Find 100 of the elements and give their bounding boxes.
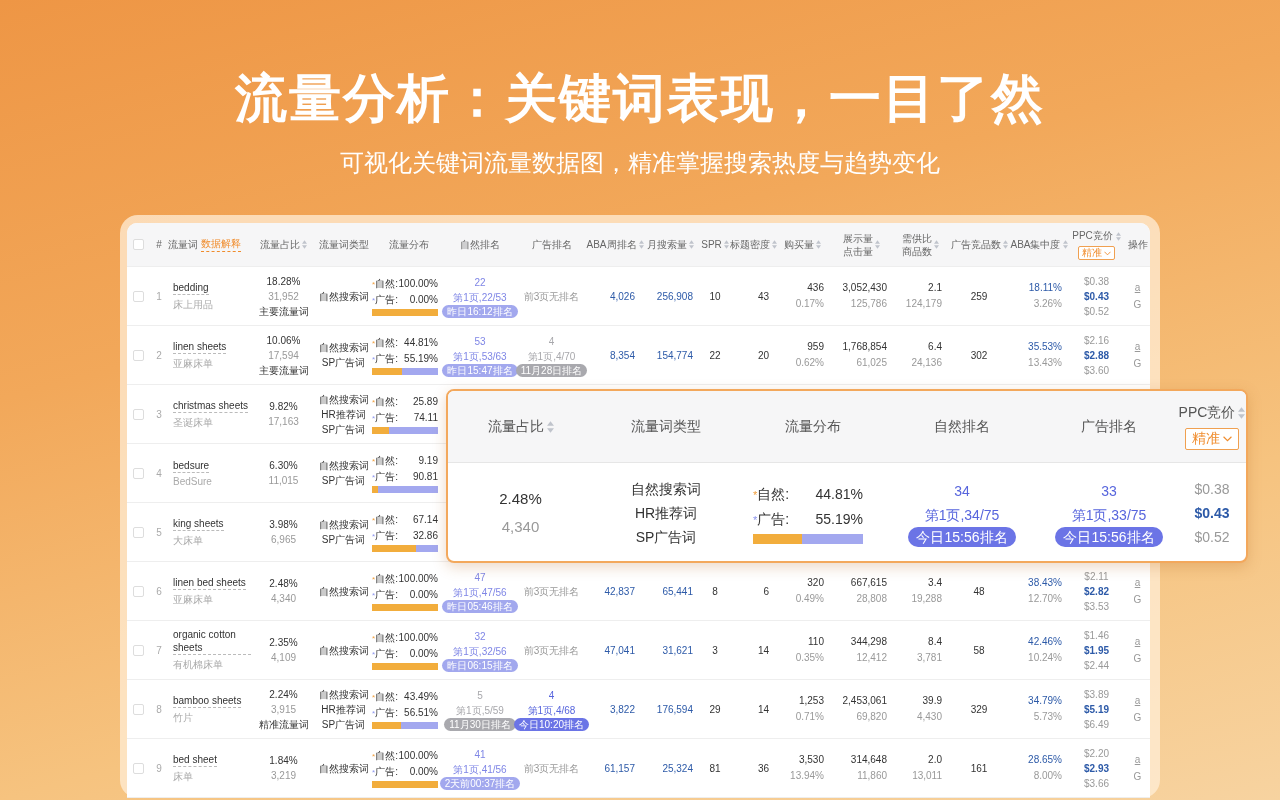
action-link[interactable]: a	[1134, 752, 1141, 767]
purchase-rate: 0.17%	[795, 297, 824, 311]
traffic-tag: 精准流量词	[258, 716, 309, 732]
ppc-bid: $0.52	[1194, 527, 1230, 547]
action-link[interactable]: a	[1134, 575, 1141, 590]
rank-number: 32	[474, 629, 486, 644]
match-type-dropdown[interactable]: 精准	[1185, 427, 1239, 450]
checkbox[interactable]	[133, 585, 144, 597]
keyword-link[interactable]: christmas sheets	[173, 398, 249, 413]
action-link[interactable]: G	[1133, 356, 1142, 371]
checkbox[interactable]	[133, 644, 144, 656]
purchases: 436	[807, 281, 824, 295]
keyword-link[interactable]: king sheets	[173, 516, 224, 531]
traffic-count: 31,952	[268, 289, 299, 304]
traffic-share: 6.30%	[269, 459, 298, 473]
sort-icon[interactable]	[723, 240, 729, 249]
sort-icon[interactable]	[638, 240, 644, 249]
ad-competitors: 48	[973, 585, 985, 597]
traffic-count: 6,965	[271, 533, 296, 547]
action-link[interactable]: G	[1133, 710, 1142, 725]
ppc-bid: $0.43	[1194, 503, 1230, 523]
title-density: 43	[757, 290, 769, 302]
sort-icon[interactable]	[546, 420, 554, 433]
column-header: PPC竞价	[1178, 403, 1236, 422]
keyword-link[interactable]: bedding	[173, 280, 209, 295]
action-link[interactable]: G	[1133, 651, 1142, 666]
distribution-bar	[372, 427, 438, 434]
checkbox[interactable]	[133, 408, 144, 420]
traffic-count: 3,915	[271, 702, 296, 717]
column-header: 需供比 商品数	[902, 231, 932, 258]
distribution-label: *广告:	[372, 706, 398, 720]
purchases: 1,253	[798, 694, 824, 708]
keyword-link[interactable]: bedsure	[173, 459, 210, 473]
aba-share: 5.73%	[1033, 710, 1062, 724]
data-explain-link[interactable]: 数据解释	[201, 237, 241, 252]
checkbox[interactable]	[133, 526, 144, 538]
rank-page: 第1页,5/59	[456, 703, 504, 718]
ad-competitors: 302	[970, 349, 988, 361]
action-link[interactable]: G	[1133, 592, 1142, 607]
distribution-bar	[372, 368, 438, 375]
sort-icon[interactable]	[771, 240, 777, 249]
sort-icon[interactable]	[875, 240, 880, 249]
rank-time-badge: 昨日15:47排名	[442, 363, 518, 377]
action-link[interactable]: a	[1134, 339, 1141, 354]
distribution-value: 32.86	[412, 529, 438, 543]
column-header: 流量占比	[487, 417, 544, 436]
rank-note: 前3页无排名	[523, 289, 580, 304]
keyword-type: SP广告词	[321, 474, 366, 488]
spr-value: 3	[712, 644, 718, 656]
ppc-bid: $3.60	[1084, 363, 1109, 378]
rank-note: 前3页无排名	[523, 643, 580, 658]
checkbox[interactable]	[133, 290, 144, 302]
keyword-translation: 有机棉床单	[173, 658, 223, 672]
action-link[interactable]: a	[1134, 634, 1141, 649]
checkbox[interactable]	[133, 762, 144, 774]
aba-concentration: 35.53%	[1028, 340, 1062, 354]
column-header: SPR	[701, 239, 722, 250]
sort-icon[interactable]	[302, 240, 307, 249]
traffic-count: 11,015	[268, 474, 299, 488]
supply-demand-ratio: 2.1	[928, 281, 942, 295]
distribution-value: 44.81%	[404, 336, 438, 350]
keyword-type: 自然搜索词	[318, 459, 369, 473]
action-link[interactable]: a	[1134, 693, 1141, 708]
sort-icon[interactable]	[1238, 406, 1246, 419]
rank-time-badge: 昨日05:46排名	[442, 599, 518, 613]
monthly-searches: 25,324	[662, 762, 693, 774]
sort-icon[interactable]	[1002, 240, 1008, 249]
rank-page: 第1页,33/75	[1071, 505, 1147, 525]
column-header: 操作	[1127, 237, 1148, 252]
action-link[interactable]: G	[1133, 297, 1142, 312]
sort-icon[interactable]	[1115, 231, 1121, 241]
traffic-share: 10.06%	[266, 333, 301, 348]
distribution-label: *自然:	[372, 336, 398, 350]
keyword-link[interactable]: organic cotton sheets	[173, 628, 251, 655]
keyword-link[interactable]: linen sheets	[173, 339, 227, 354]
monthly-searches: 31,621	[662, 644, 693, 656]
distribution-value: 9.19	[418, 454, 438, 468]
clicks: 11,860	[857, 769, 887, 783]
aba-concentration: 18.11%	[1028, 281, 1062, 295]
checkbox[interactable]	[133, 703, 144, 715]
column-header: 广告竞品数	[950, 237, 1001, 252]
match-type-dropdown[interactable]: 精准	[1078, 246, 1115, 260]
distribution-label: *自然:	[372, 454, 398, 468]
keyword-link[interactable]: linen bed sheets	[173, 575, 246, 590]
keyword-link[interactable]: bed sheet	[173, 752, 217, 767]
sort-icon[interactable]	[816, 240, 821, 249]
ad-competitors: 329	[970, 703, 988, 715]
checkbox[interactable]	[133, 467, 144, 479]
action-link[interactable]: a	[1134, 280, 1141, 295]
column-header: ABA集中度	[1010, 237, 1061, 252]
checkbox[interactable]	[133, 239, 144, 250]
keyword-translation: 竹片	[173, 710, 193, 725]
keyword-link[interactable]: bamboo sheets	[173, 693, 242, 708]
action-link[interactable]: G	[1133, 769, 1142, 784]
keyword-type: HR推荐词	[634, 503, 698, 523]
column-header: 流量占比	[260, 237, 300, 252]
sort-icon[interactable]	[688, 240, 694, 249]
sort-icon[interactable]	[934, 240, 939, 249]
checkbox[interactable]	[133, 349, 144, 361]
sort-icon[interactable]	[1062, 240, 1068, 249]
